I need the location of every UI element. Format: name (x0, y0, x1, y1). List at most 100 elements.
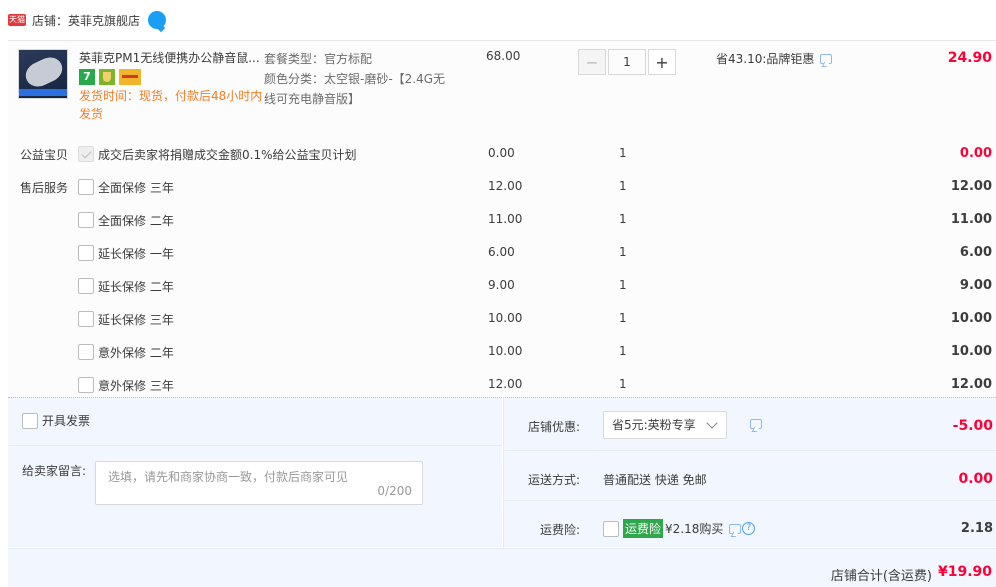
aftersale-qty: 1 (619, 245, 627, 259)
wangwang-chat-icon[interactable] (148, 11, 167, 29)
item-subtotal: 24.90 (947, 50, 992, 66)
aftersale-name: 延长保修 三年 (98, 313, 174, 327)
mouse-image (21, 53, 67, 91)
aftersale-row: 延长保修 三年 10.00 1 10.00 (8, 309, 996, 342)
sku-color: 颜色分类：太空银-磨砂-【2.4G无线可充电静音版】 (264, 72, 446, 106)
aftersale-row: 售后服务 全面保修 三年 12.00 1 12.00 (8, 177, 996, 210)
discount-label: 店铺优惠: (528, 420, 581, 434)
quantity-stepper: − 1 + (578, 49, 676, 75)
product-title-link[interactable]: 英菲克PM1无线便携办公静音鼠... (79, 49, 264, 66)
aftersale-sum: 10.00 (950, 344, 992, 359)
aftersale-name: 全面保修 二年 (98, 214, 174, 228)
promo-text: 省43.10:品牌钜惠 (716, 52, 815, 66)
aftersale-sum: 10.00 (950, 311, 992, 326)
qty-minus-button[interactable]: − (578, 49, 606, 75)
charity-qty: 1 (619, 146, 627, 160)
aftersale-price: 10.00 (488, 344, 523, 358)
aftersale-qty: 1 (619, 344, 627, 358)
charity-label: 公益宝贝 (20, 148, 69, 162)
seven-day-return-icon[interactable]: 7 (79, 69, 95, 85)
charity-price: 0.00 (488, 146, 515, 160)
aftersale-sum: 9.00 (959, 278, 992, 293)
charity-checkbox (78, 146, 94, 162)
aftersale-checkbox[interactable] (78, 311, 94, 327)
discount-amount: -5.00 (952, 418, 993, 434)
discount-detail-icon[interactable] (750, 419, 762, 429)
sku-info: 套餐类型：官方标配 颜色分类：太空银-磨砂-【2.4G无线可充电静音版】 (264, 49, 454, 109)
aftersale-name: 意外保修 三年 (98, 379, 174, 393)
shipping-label: 运送方式: (528, 473, 581, 487)
aftersale-sum: 6.00 (959, 245, 992, 260)
aftersale-checkbox[interactable] (78, 245, 94, 261)
aftersale-price: 10.00 (488, 311, 523, 325)
insurance-checkbox[interactable] (603, 520, 619, 537)
total-label: 店铺合计(含运费) (830, 569, 932, 584)
unit-price: 68.00 (486, 49, 521, 63)
aftersale-row: 意外保修 二年 10.00 1 10.00 (8, 342, 996, 375)
divider (8, 445, 502, 446)
aftersale-name: 延长保修 二年 (98, 280, 174, 294)
shop-discount-row: 店铺优惠: 省5元:英粉专享 -5.00 (504, 398, 996, 448)
message-char-count: 0/200 (377, 484, 412, 498)
aftersale-qty: 1 (619, 179, 627, 193)
shop-total-bar: 店铺合计(含运费) ¥19.90 (8, 548, 996, 587)
aftersale-row: 延长保修 二年 9.00 1 9.00 (8, 276, 996, 309)
thumbnail-strip (19, 89, 67, 96)
shop-header: 天猫 店铺：英菲克旗舰店 (0, 0, 996, 40)
aftersale-price: 6.00 (488, 245, 515, 259)
invoice-option[interactable]: 开具发票 (22, 412, 90, 429)
discount-select[interactable]: 省5元:英粉专享 (603, 411, 727, 439)
guarantee-shield-icon[interactable] (99, 69, 115, 85)
aftersale-checkbox[interactable] (78, 212, 94, 228)
tmall-badge-icon: 天猫 (8, 14, 26, 26)
seller-message-input[interactable]: 选填，请先和商家协商一致，付款后商家可见 0/200 (95, 461, 423, 505)
charity-sum: 0.00 (959, 146, 992, 161)
aftersale-name: 意外保修 二年 (98, 346, 174, 360)
aftersale-qty: 1 (619, 377, 627, 391)
credit-card-icon[interactable] (119, 69, 141, 85)
insurance-row: 运费险: 运费险 ¥2.18购买 ? 2.18 (504, 500, 996, 550)
message-label: 给卖家留言: (22, 464, 87, 478)
aftersale-label: 售后服务 (20, 181, 69, 195)
aftersale-price: 9.00 (488, 278, 515, 292)
order-options-panel: 开具发票 给卖家留言: 选填，请先和商家协商一致，付款后商家可见 0/200 (8, 397, 502, 547)
promo-info: 省43.10:品牌钜惠 (716, 50, 833, 67)
insurance-label: 运费险: (540, 523, 581, 537)
sku-type: 套餐类型：官方标配 (264, 52, 373, 66)
order-item-area: 英菲克PM1无线便携办公静音鼠... 7 发货时间：现货，付款后48小时内发货 … (8, 40, 996, 396)
qty-plus-button[interactable]: + (648, 49, 676, 75)
shop-name-link[interactable]: 店铺：英菲克旗舰店 (32, 12, 140, 29)
ship-time-note: 发货时间：现货，付款后48小时内发货 (79, 89, 263, 121)
insurance-option[interactable]: 运费险 ¥2.18购买 ? (603, 519, 756, 538)
aftersale-row: 全面保修 二年 11.00 1 11.00 (8, 210, 996, 243)
shipping-row: 运送方式: 普通配送 快递 免邮 0.00 (504, 450, 996, 500)
aftersale-row: 延长保修 一年 6.00 1 6.00 (8, 243, 996, 276)
invoice-label: 开具发票 (42, 414, 91, 428)
aftersale-name: 全面保修 三年 (98, 181, 174, 195)
order-fees-panel: 店铺优惠: 省5元:英粉专享 -5.00 运送方式: 普通配送 快递 免邮 0.… (503, 397, 996, 547)
insurance-price-text: ¥2.18购买 (665, 522, 724, 536)
insurance-amount: 2.18 (960, 521, 993, 536)
insurance-detail-icon[interactable] (729, 523, 742, 534)
invoice-checkbox[interactable] (22, 412, 38, 429)
aftersale-qty: 1 (619, 311, 627, 325)
discount-selected: 省5元:英粉专享 (612, 418, 696, 432)
product-thumbnail[interactable] (18, 49, 68, 99)
aftersale-checkbox[interactable] (78, 179, 94, 195)
aftersale-checkbox[interactable] (78, 377, 94, 393)
message-placeholder: 选填，请先和商家协商一致，付款后商家可见 (108, 470, 349, 484)
aftersale-price: 12.00 (488, 179, 523, 193)
help-icon[interactable]: ? (742, 522, 756, 535)
promo-detail-icon[interactable] (820, 53, 833, 64)
aftersale-checkbox[interactable] (78, 278, 94, 294)
qty-input[interactable]: 1 (608, 49, 646, 75)
aftersale-checkbox[interactable] (78, 344, 94, 360)
total-value: ¥19.90 (937, 564, 992, 580)
aftersale-price: 12.00 (488, 377, 523, 391)
aftersale-qty: 1 (619, 278, 627, 292)
insurance-badge: 运费险 (623, 519, 664, 538)
aftersale-sum: 11.00 (950, 212, 992, 227)
shipping-amount: 0.00 (958, 471, 993, 487)
chevron-down-icon (706, 417, 718, 429)
product-tags: 7 (79, 69, 141, 85)
